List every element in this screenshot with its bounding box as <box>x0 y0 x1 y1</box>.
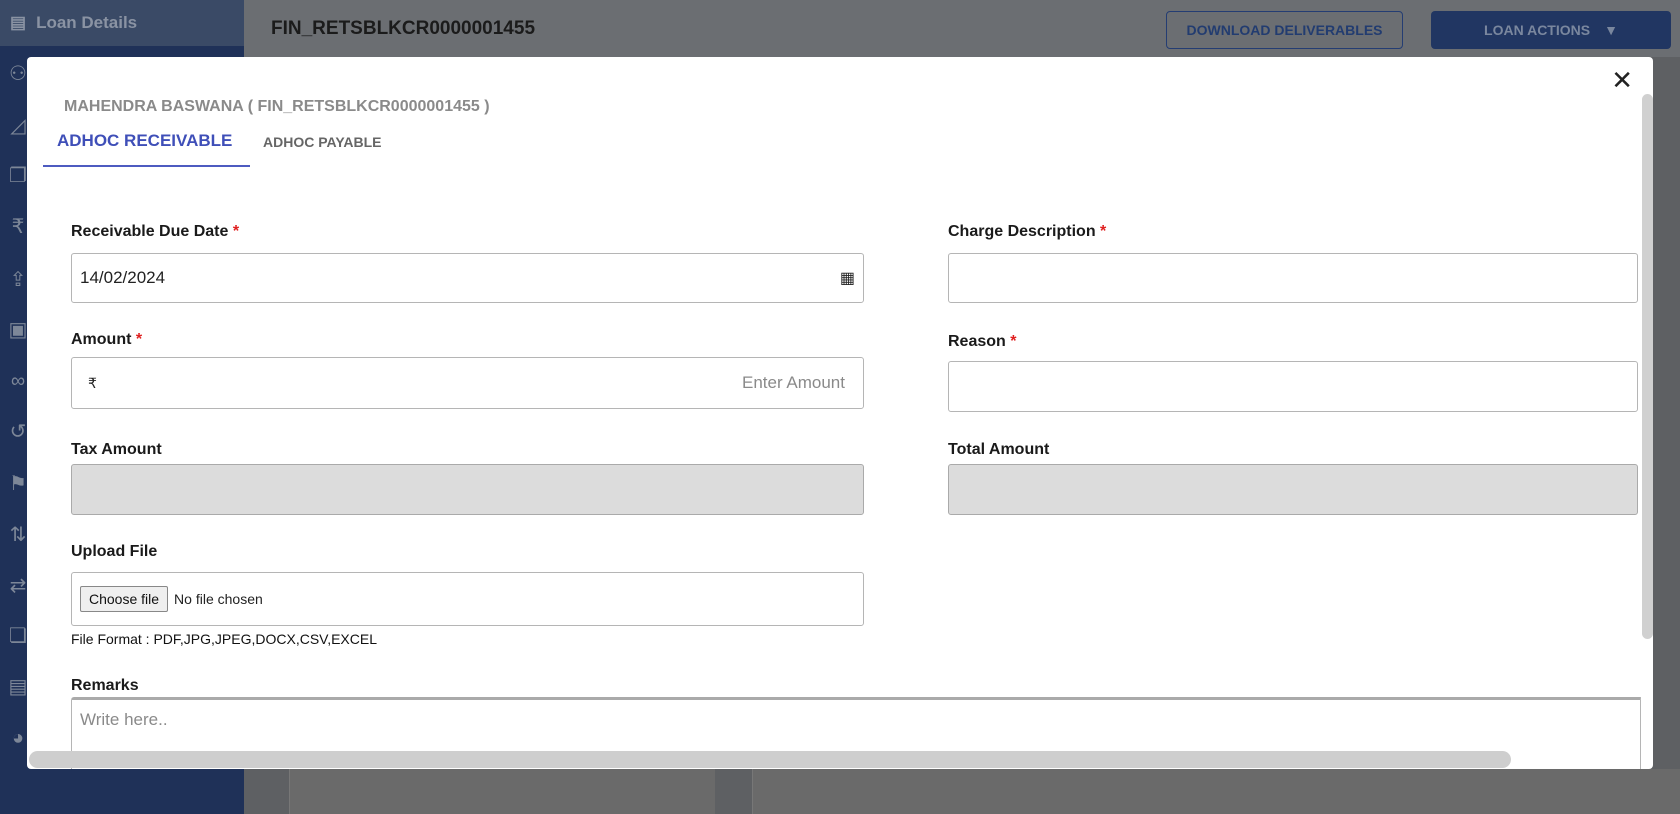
header: FIN_RETSBLKCR0000001455 DOWNLOAD DELIVER… <box>244 0 1680 57</box>
rupee-icon: ₹ <box>88 374 97 391</box>
tax-amount-label: Tax Amount <box>71 441 162 458</box>
document-icon: ▤ <box>10 13 27 32</box>
background-card <box>289 769 715 814</box>
reason-label: Reason * <box>948 333 1017 350</box>
modal-title: MAHENDRA BASWANA ( FIN_RETSBLKCR00000014… <box>64 98 490 115</box>
loan-actions-button[interactable]: LOAN ACTIONS ▼ <box>1431 11 1671 49</box>
tax-amount-input <box>71 464 864 515</box>
total-amount-label: Total Amount <box>948 441 1050 458</box>
file-upload-input[interactable]: Choose file No file chosen <box>71 572 864 626</box>
amount-input[interactable]: ₹ Enter Amount <box>71 357 864 409</box>
horizontal-scrollbar[interactable] <box>29 751 1511 768</box>
remarks-label: Remarks <box>71 677 139 694</box>
tab-adhoc-receivable[interactable]: ADHOC RECEIVABLE <box>57 131 232 151</box>
active-tab-indicator <box>43 165 250 167</box>
download-deliverables-button[interactable]: DOWNLOAD DELIVERABLES <box>1166 11 1403 49</box>
tab-adhoc-payable[interactable]: ADHOC PAYABLE <box>263 134 382 150</box>
vertical-scrollbar[interactable] <box>1642 94 1653 639</box>
loan-id-title: FIN_RETSBLKCR0000001455 <box>271 18 536 39</box>
reason-input[interactable] <box>948 361 1638 412</box>
upload-file-label: Upload File <box>71 543 158 560</box>
charge-description-label: Charge Description * <box>948 223 1107 240</box>
sidebar-item-loan-details[interactable]: ▤ Loan Details <box>0 0 244 46</box>
due-date-label: Receivable Due Date * <box>71 223 240 240</box>
caret-down-icon: ▼ <box>1604 22 1618 38</box>
choose-file-button[interactable]: Choose file <box>80 586 169 612</box>
total-amount-input <box>948 464 1638 515</box>
file-format-hint: File Format : PDF,JPG,JPEG,DOCX,CSV,EXCE… <box>71 631 378 647</box>
charge-description-input[interactable] <box>948 253 1638 303</box>
adhoc-modal: ✕ MAHENDRA BASWANA ( FIN_RETSBLKCR000000… <box>27 57 1653 769</box>
close-icon[interactable]: ✕ <box>1611 65 1633 96</box>
amount-label: Amount * <box>71 331 143 348</box>
due-date-input[interactable]: 14/02/2024 ▦ <box>71 253 864 303</box>
background-card <box>752 769 1680 814</box>
calendar-icon[interactable]: ▦ <box>840 268 855 288</box>
